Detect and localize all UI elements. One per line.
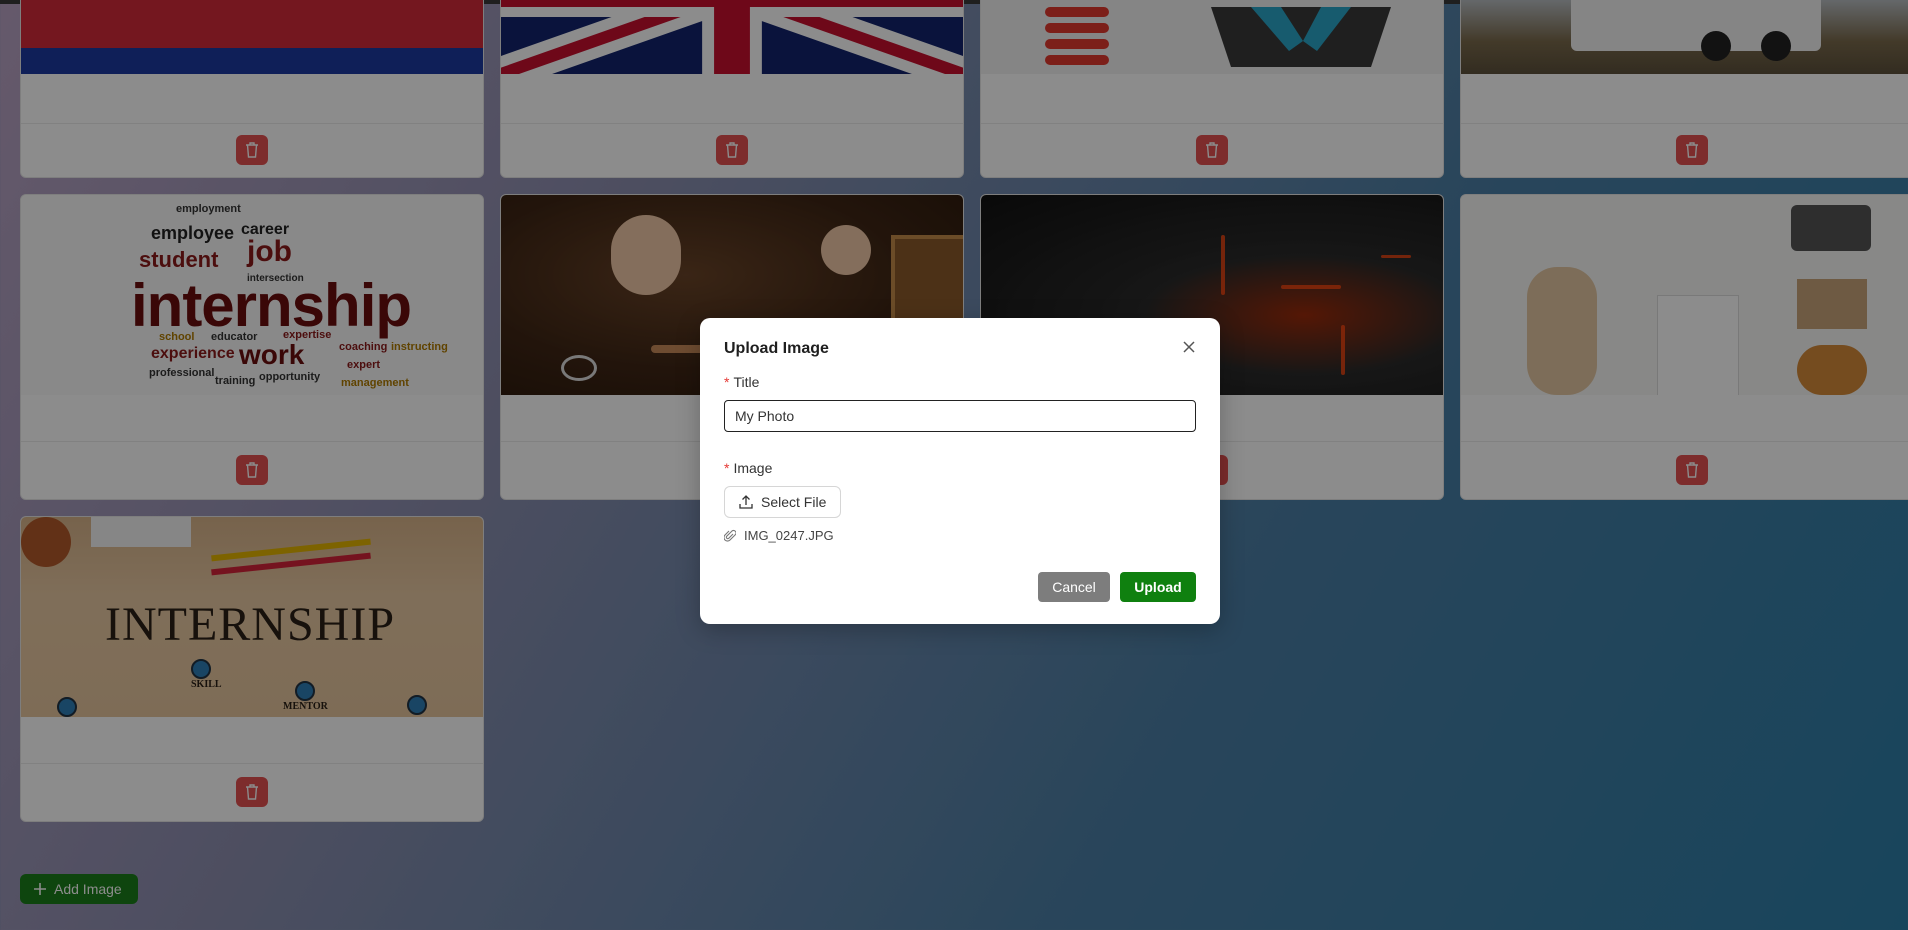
upload-image-modal: Upload Image *Title *Image Select File I… xyxy=(700,318,1220,624)
cancel-button[interactable]: Cancel xyxy=(1038,572,1110,602)
selected-file[interactable]: IMG_0247.JPG xyxy=(724,528,834,543)
file-name: IMG_0247.JPG xyxy=(744,528,834,543)
modal-title: Upload Image xyxy=(724,340,829,357)
close-icon[interactable] xyxy=(1178,336,1200,358)
image-field-label: * Image xyxy=(724,460,773,476)
upload-button[interactable]: Upload xyxy=(1120,572,1196,602)
paperclip-icon xyxy=(724,529,736,542)
title-input[interactable] xyxy=(724,400,1196,432)
select-file-button[interactable]: Select File xyxy=(724,486,842,518)
title-field-label: * Title xyxy=(724,374,760,390)
upload-icon xyxy=(739,495,753,509)
